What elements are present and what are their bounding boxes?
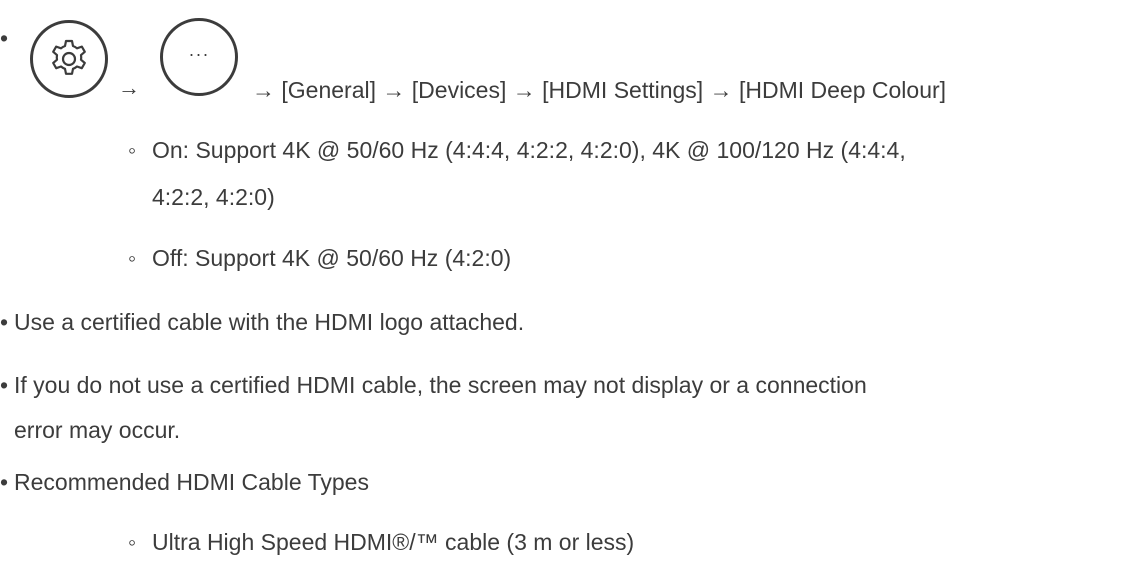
settings-path-trail: → [General] → [Devices] → [HDMI Settings… [252, 77, 947, 103]
note-bullet: • [0, 372, 9, 398]
option-on-bullet: ◦ [128, 137, 137, 163]
note-connection-error-line2: error may occur. [14, 417, 181, 443]
cable-type-ultra-high-speed: Ultra High Speed HDMI®/™ cable (3 m or l… [152, 529, 635, 555]
note-recommended-cable-types: Recommended HDMI Cable Types [14, 469, 369, 495]
note-connection-error-line1: If you do not use a certified HDMI cable… [14, 372, 867, 398]
gear-icon-graphic [52, 39, 86, 75]
option-on-line1: On: Support 4K @ 50/60 Hz (4:4:4, 4:2:2,… [152, 137, 906, 163]
gear-icon [30, 20, 108, 98]
arrow: → [118, 75, 140, 100]
note-bullet: • [0, 469, 9, 495]
more-dots: ··· [188, 44, 210, 64]
note-bullet: • [0, 309, 9, 335]
option-off-bullet: ◦ [128, 245, 137, 271]
option-on-line2: 4:2:2, 4:2:0) [152, 184, 275, 210]
bullet-dot: • [0, 25, 9, 51]
option-off-line1: Off: Support 4K @ 50/60 Hz (4:2:0) [152, 245, 512, 271]
more-options-icon: ··· [160, 18, 238, 96]
note-certified-cable: Use a certified cable with the HDMI logo… [14, 309, 525, 335]
cable-type-bullet: ◦ [128, 529, 137, 555]
